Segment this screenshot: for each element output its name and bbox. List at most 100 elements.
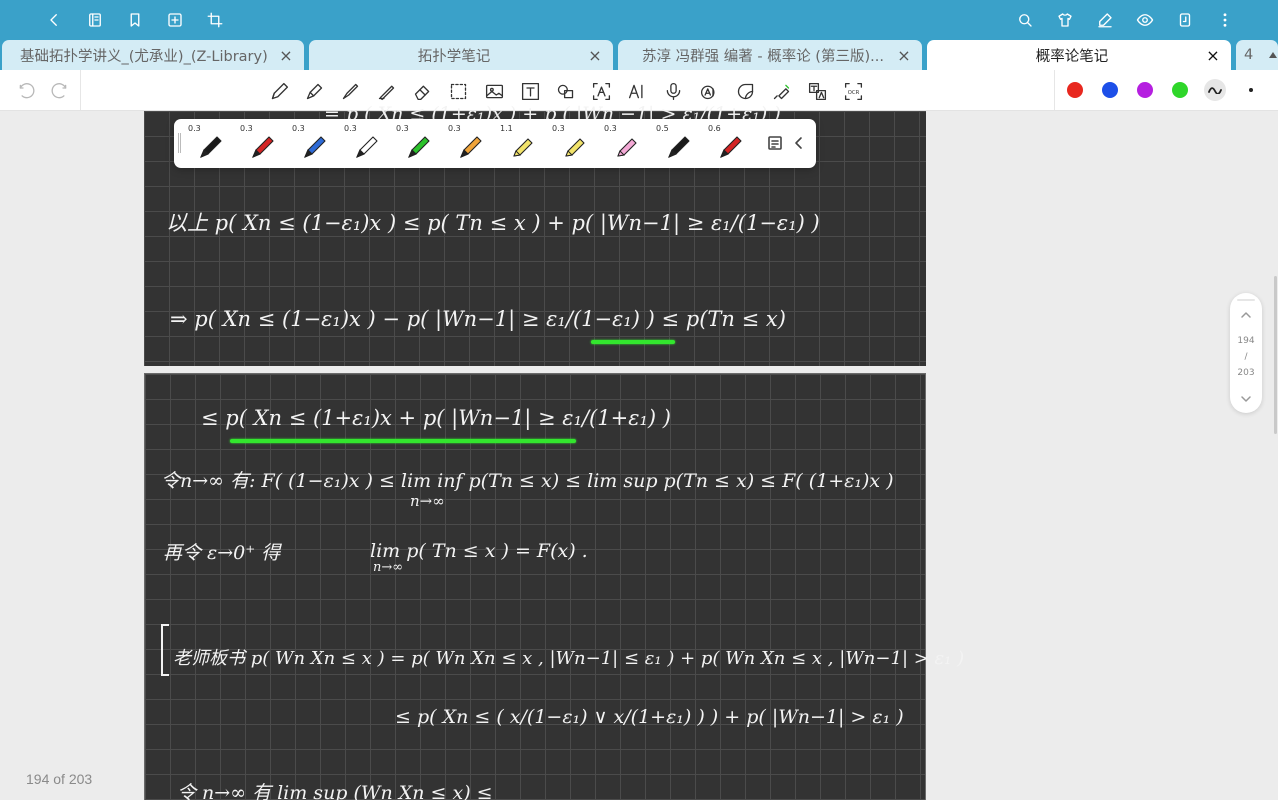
app-bar xyxy=(0,0,1278,40)
pen-icon xyxy=(408,136,430,158)
shirt-icon[interactable] xyxy=(1053,8,1077,32)
tab-label: 基础拓扑学讲义_(尤承业)_(Z-Library) xyxy=(20,48,268,65)
handwritten-line: 以上 p( Xn ≤ (1−ε₁)x ) ≤ p( Tn ≤ x ) + p( … xyxy=(166,211,820,235)
handwritten-subscript: n→∞ xyxy=(410,492,445,510)
handwritten-line: 再令 ε→0⁺ 得 xyxy=(163,542,281,564)
pen-palette: 0.3 0.3 0.3 0.3 0.3 0.3 1.1 0.3 0.3 0.5 0.6 xyxy=(174,119,816,168)
tab-probability-notes[interactable]: 概率论笔记 × xyxy=(927,40,1231,70)
chevron-down-icon[interactable] xyxy=(1238,391,1254,407)
tab-close-icon[interactable]: × xyxy=(278,46,294,65)
tab-label: 4 xyxy=(1244,47,1254,63)
eye-icon[interactable] xyxy=(1133,8,1157,32)
color-purple-swatch[interactable] xyxy=(1137,82,1153,98)
scroll-indicator[interactable] xyxy=(1274,276,1277,434)
highlighter-preset-7[interactable]: 1.1 xyxy=(498,121,548,166)
lasso-select-tool-icon[interactable] xyxy=(446,79,470,103)
tab-overflow[interactable]: 4 xyxy=(1236,40,1278,70)
crop-icon[interactable] xyxy=(203,8,227,32)
image-tool-icon[interactable] xyxy=(482,79,506,103)
pen-preset-1[interactable]: 0.3 xyxy=(186,121,236,166)
add-page-icon[interactable] xyxy=(163,8,187,32)
highlighter-preset-9[interactable]: 0.3 xyxy=(602,121,652,166)
highlighter-icon xyxy=(513,138,533,157)
ai-magic-tool-icon[interactable] xyxy=(697,79,721,103)
handwritten-line: 令 n→∞ 有 lim sup (Wn Xn ≤ x) ≤ xyxy=(177,782,493,800)
palette-settings-icon[interactable] xyxy=(765,133,785,153)
highlighter-preset-8[interactable]: 0.3 xyxy=(550,121,600,166)
pen-icon xyxy=(304,136,326,158)
text-box-tool-icon[interactable] xyxy=(518,79,542,103)
pen-preset-10[interactable]: 0.5 xyxy=(654,121,704,166)
pen-size-label: 0.3 xyxy=(552,124,565,133)
translate-tool-icon[interactable] xyxy=(805,79,829,103)
page-count-label: 194 of 203 xyxy=(26,771,93,787)
tab-close-icon[interactable]: × xyxy=(896,46,912,65)
pen-size-label: 0.3 xyxy=(396,124,409,133)
pen-icon xyxy=(668,136,690,158)
pen-preset-3[interactable]: 0.3 xyxy=(290,121,340,166)
tab-topology-notes[interactable]: 拓扑学笔记 × xyxy=(309,40,613,70)
bookmark-icon[interactable] xyxy=(123,8,147,32)
chevron-up-icon[interactable] xyxy=(1238,307,1254,323)
ocr-tool-icon[interactable]: OCR xyxy=(841,79,865,103)
book-outline-icon[interactable] xyxy=(83,8,107,32)
laser-tool-icon[interactable] xyxy=(769,79,793,103)
rotate-lock-icon[interactable] xyxy=(1173,8,1197,32)
highlighter-tool-icon[interactable] xyxy=(374,79,398,103)
undo-icon[interactable] xyxy=(14,79,38,103)
stroke-width-dot[interactable] xyxy=(1249,88,1253,92)
pencil-tool-icon[interactable] xyxy=(267,79,291,103)
pen-preset-6[interactable]: 0.3 xyxy=(446,121,496,166)
color-red-swatch[interactable] xyxy=(1067,82,1083,98)
more-vertical-icon[interactable] xyxy=(1213,8,1237,32)
handwritten-line: ≤ p( Xn ≤ ( x/(1−ε₁) ∨ x/(1+ε₁) ) ) + p(… xyxy=(395,706,904,728)
brush-pen-tool-icon[interactable] xyxy=(338,79,362,103)
back-arrow-icon[interactable] xyxy=(42,8,66,32)
sticker-tool-icon[interactable] xyxy=(733,79,757,103)
pen-size-label: 0.6 xyxy=(708,124,721,133)
redo-icon[interactable] xyxy=(47,79,71,103)
tab-label: 概率论笔记 xyxy=(1035,48,1109,65)
stroke-style-icon[interactable] xyxy=(1204,79,1226,101)
tab-close-icon[interactable]: × xyxy=(1205,46,1221,65)
tab-topology-lecture[interactable]: 基础拓扑学讲义_(尤承业)_(Z-Library) × xyxy=(2,40,304,70)
highlighter-icon xyxy=(565,138,585,157)
pen-preset-4[interactable]: 0.3 xyxy=(342,121,392,166)
tab-probability-book[interactable]: 苏淳 冯群强 编著 - 概率论 (第三版)... × xyxy=(618,40,922,70)
search-icon[interactable] xyxy=(1013,8,1037,32)
tab-label: 拓扑学笔记 xyxy=(417,48,491,65)
note-page-lower[interactable]: ≤ p( Xn ≤ (1+ε₁)x + p( |Wn−1| ≥ ε₁/(1+ε₁… xyxy=(144,373,964,800)
pen-size-label: 0.3 xyxy=(292,124,305,133)
handwritten-bracket xyxy=(161,624,169,676)
ai-tool-icon[interactable] xyxy=(625,79,649,103)
palette-drag-handle[interactable] xyxy=(178,133,181,153)
shapes-tool-icon[interactable] xyxy=(553,79,577,103)
handwritten-subscript: n→∞ xyxy=(373,560,404,575)
pen-size-label: 0.3 xyxy=(188,124,201,133)
handwritten-line: 令n→∞ 有: F( (1−ε₁)x ) ≤ lim inf p(Tn ≤ x)… xyxy=(161,470,894,492)
eraser-tool-icon[interactable] xyxy=(410,79,434,103)
green-highlight-stroke xyxy=(591,340,675,344)
pen-size-label: 0.3 xyxy=(240,124,253,133)
tab-close-icon[interactable]: × xyxy=(587,46,603,65)
tab-label: 苏淳 冯群强 编著 - 概率论 (第三版)... xyxy=(642,48,884,65)
tab-bar: 基础拓扑学讲义_(尤承业)_(Z-Library) × 拓扑学笔记 × 苏淳 冯… xyxy=(0,40,1278,70)
pen-sign-icon[interactable] xyxy=(1093,8,1117,32)
pager-grip[interactable] xyxy=(1237,299,1255,301)
color-green-swatch[interactable] xyxy=(1172,82,1188,98)
microphone-tool-icon[interactable] xyxy=(661,79,685,103)
text-recognize-tool-icon[interactable] xyxy=(589,79,613,103)
green-highlight-stroke xyxy=(230,439,576,443)
handwritten-line: lim p( Tn ≤ x ) = F(x) . xyxy=(370,540,588,562)
handwritten-line: ⇒ p( Xn ≤ (1−ε₁)x ) − p( |Wn−1| ≥ ε₁/(1−… xyxy=(170,307,786,331)
pen-preset-2[interactable]: 0.3 xyxy=(238,121,288,166)
pen-preset-11[interactable]: 0.6 xyxy=(706,121,756,166)
pen-preset-5[interactable]: 0.3 xyxy=(394,121,444,166)
pen-icon xyxy=(720,136,742,158)
color-blue-swatch[interactable] xyxy=(1102,82,1118,98)
pen-icon xyxy=(252,136,274,158)
fountain-pen-tool-icon[interactable] xyxy=(302,79,326,103)
pager-total-pages: 203 xyxy=(1237,368,1255,378)
pen-size-label: 0.5 xyxy=(656,124,669,133)
palette-collapse-icon[interactable] xyxy=(789,133,809,153)
